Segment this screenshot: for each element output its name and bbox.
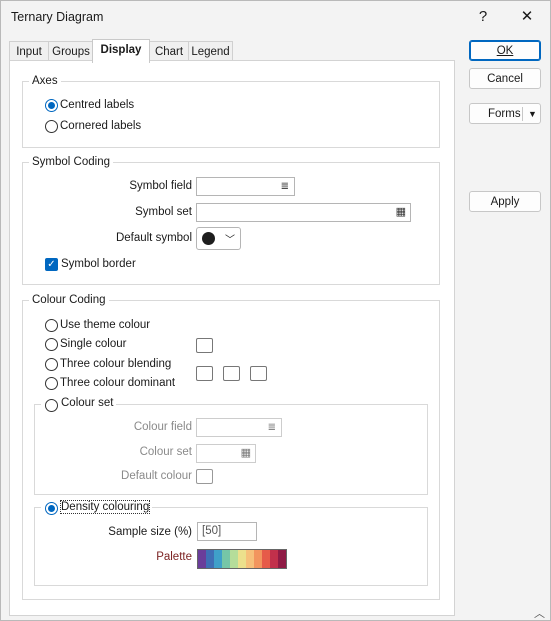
palette-color-9 (270, 550, 278, 568)
tab-input[interactable]: Input (9, 41, 49, 62)
symbol-border-label: Symbol border (61, 258, 136, 270)
symbol-field-label: Symbol field (129, 180, 192, 192)
ok-button[interactable]: OK (469, 40, 541, 61)
browse-icon[interactable]: ▦ (396, 207, 406, 218)
symbol-coding-title: Symbol Coding (29, 156, 113, 168)
palette-color-1 (206, 550, 214, 568)
default-colour-swatch[interactable] (196, 469, 213, 484)
palette-label: Palette (156, 551, 192, 563)
palette-color-3 (222, 550, 230, 568)
tab-chart[interactable]: Chart (149, 41, 189, 62)
symbol-border-checkbox[interactable]: ✓ (45, 258, 58, 271)
close-icon[interactable]: ✕ (513, 5, 541, 29)
axes-group (22, 81, 440, 148)
forms-separator (522, 107, 523, 121)
display-panel: Axes Centred labels Cornered labels Symb… (9, 60, 455, 616)
sample-size-input[interactable]: [50] (197, 522, 257, 541)
centred-labels-radio[interactable] (45, 99, 58, 112)
browse-icon[interactable]: ▦ (241, 448, 251, 459)
density-colouring-group (34, 507, 428, 586)
colour-field-label: Colour field (133, 421, 192, 433)
symbol-set-input[interactable]: ▦ (196, 203, 411, 222)
palette-color-0 (198, 550, 206, 568)
palette-color-4 (230, 550, 238, 568)
tab-display[interactable]: Display (92, 39, 150, 63)
use-theme-colour-radio[interactable] (45, 319, 58, 332)
resize-chevron-icon[interactable]: ︿ (534, 605, 545, 621)
palette-swatch-bar[interactable] (197, 549, 287, 569)
default-colour-label: Default colour (121, 470, 192, 482)
three-colour-blending-label: Three colour blending (60, 358, 172, 370)
title-bar: Ternary Diagram ? ✕ (1, 1, 550, 33)
palette-color-10 (278, 550, 286, 568)
colour-set-radio[interactable] (45, 399, 58, 412)
single-colour-radio[interactable] (45, 338, 58, 351)
three-colour-dominant-label: Three colour dominant (60, 377, 176, 389)
colour-field-input[interactable]: ≣ (196, 418, 282, 437)
menu-icon[interactable]: ≣ (268, 423, 276, 433)
palette-color-2 (214, 550, 222, 568)
colour-set-input[interactable]: ▦ (196, 444, 256, 463)
three-colour-dominant-radio[interactable] (45, 377, 58, 390)
colour-set-field-label: Colour set (139, 446, 192, 458)
palette-color-5 (238, 550, 246, 568)
help-icon[interactable]: ? (469, 5, 497, 29)
palette-color-7 (254, 550, 262, 568)
default-symbol-label: Default symbol (115, 232, 192, 244)
colour-swatch-2[interactable] (223, 366, 240, 381)
forms-button[interactable]: Forms ▼ (469, 103, 541, 124)
chevron-down-icon: ﹀ (225, 235, 235, 246)
menu-icon[interactable]: ≣ (281, 182, 289, 192)
density-colouring-label: Density colouring (59, 500, 151, 514)
colour-swatch-1[interactable] (196, 366, 213, 381)
window-title: Ternary Diagram (11, 10, 104, 24)
sample-size-label: Sample size (%) (108, 526, 192, 538)
cornered-labels-radio[interactable] (45, 120, 58, 133)
colour-swatch-3[interactable] (250, 366, 267, 381)
density-colouring-radio[interactable] (45, 502, 58, 515)
apply-button[interactable]: Apply (469, 191, 541, 212)
three-colour-blending-radio[interactable] (45, 358, 58, 371)
colour-set-label: Colour set (61, 397, 114, 409)
caret-down-icon[interactable]: ▼ (528, 104, 537, 124)
default-symbol-picker[interactable]: ﹀ (196, 227, 241, 250)
symbol-set-label: Symbol set (135, 206, 192, 218)
palette-color-6 (246, 550, 254, 568)
tab-groups[interactable]: Groups (48, 41, 94, 62)
dialog-window: Ternary Diagram ? ✕ Input Groups Display… (0, 0, 551, 621)
axes-group-title: Axes (29, 75, 61, 87)
single-colour-swatch[interactable] (196, 338, 213, 353)
colour-coding-title: Colour Coding (29, 294, 109, 306)
centred-labels-label: Centred labels (60, 99, 135, 111)
symbol-field-input[interactable]: ≣ (196, 177, 295, 196)
cancel-button[interactable]: Cancel (469, 68, 541, 89)
palette-color-8 (262, 550, 270, 568)
single-colour-label: Single colour (60, 338, 127, 350)
filled-circle-icon (202, 232, 215, 245)
tab-legend[interactable]: Legend (188, 41, 233, 62)
cornered-labels-label: Cornered labels (60, 120, 142, 132)
use-theme-colour-label: Use theme colour (60, 319, 151, 331)
